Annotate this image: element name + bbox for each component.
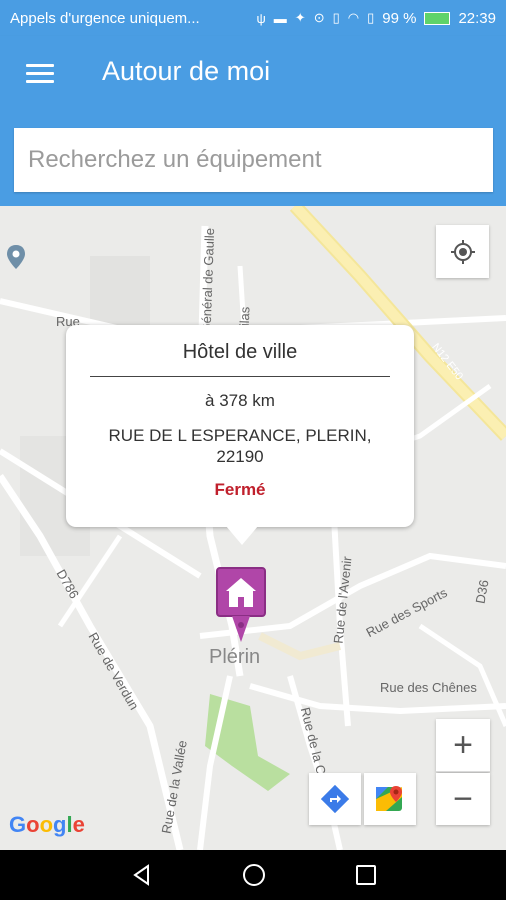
google-logo: Google — [9, 812, 85, 837]
message-icon: ▬ — [273, 10, 287, 26]
info-popup[interactable]: Hôtel de ville à 378 km RUE DE L ESPERAN… — [66, 325, 414, 545]
sim-icon: ▯ — [367, 10, 375, 25]
directions-button[interactable] — [309, 773, 361, 825]
popup-address: RUE DE L ESPERANCE, PLERIN, 22190 — [108, 426, 372, 466]
page-title: Autour de moi — [102, 56, 271, 86]
search-input[interactable] — [14, 128, 493, 192]
popup-status: Fermé — [214, 480, 266, 499]
town-hall-marker[interactable] — [216, 567, 266, 644]
back-icon — [133, 864, 149, 886]
battery-percent: 99 % — [382, 9, 417, 27]
carrier-text: Appels d'urgence uniquem... — [10, 9, 200, 27]
google-maps-icon — [376, 786, 402, 811]
location-icon: ⊙ — [313, 10, 325, 25]
vibrate-icon: ▯ — [332, 10, 340, 25]
zoom-in-button[interactable]: + — [436, 719, 490, 772]
popup-title: Hôtel de ville — [182, 341, 298, 363]
twitter-icon: ✦ — [294, 10, 306, 25]
menu-icon[interactable] — [26, 64, 54, 84]
home-icon — [243, 864, 265, 886]
street-label: Rue des Chênes — [380, 680, 477, 695]
status-bar: Appels d'urgence uniquem... ψ ▬ ✦ ⊙ ▯ ◠ … — [0, 0, 506, 36]
my-location-button[interactable] — [436, 225, 489, 278]
clock: 22:39 — [458, 9, 496, 27]
crosshair-icon — [450, 239, 475, 264]
map-pin-icon[interactable] — [6, 244, 26, 270]
recents-button[interactable] — [336, 850, 396, 900]
popup-divider — [90, 376, 390, 377]
open-maps-button[interactable] — [364, 773, 416, 825]
town-label: Plérin — [209, 646, 261, 668]
wifi-icon: ◠ — [347, 10, 360, 25]
popup-distance: à 378 km — [205, 391, 275, 410]
back-button[interactable] — [112, 850, 172, 900]
zoom-out-button[interactable]: − — [436, 773, 490, 825]
battery-icon — [424, 11, 451, 25]
home-button[interactable] — [224, 850, 284, 900]
status-icons: ψ ▬ ✦ ⊙ ▯ ◠ ▯ 99 % 22:39 — [257, 10, 497, 27]
app-bar: Autour de moi — [0, 36, 506, 112]
recents-icon — [356, 865, 376, 885]
system-nav-bar — [0, 850, 506, 900]
directions-icon — [321, 785, 349, 813]
search-bar — [0, 112, 506, 206]
usb-icon: ψ — [256, 10, 266, 26]
